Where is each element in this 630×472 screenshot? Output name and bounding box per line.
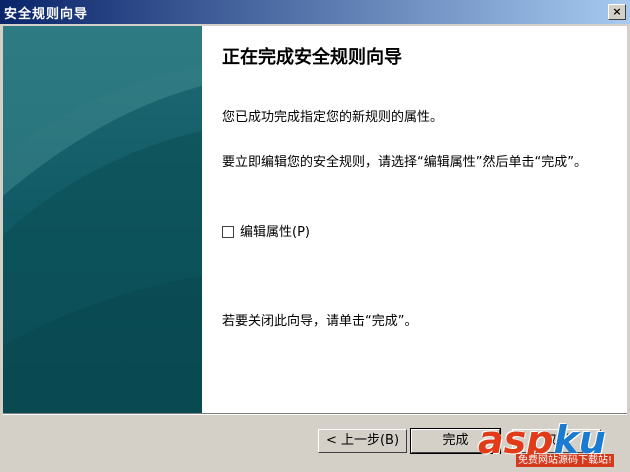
back-button[interactable]: < 上一步(B) [318,429,407,453]
wizard-window: 安全规则向导 × 正在完成安全规则向导 您已成功完成指定您的新规则的属性。 要立… [0,0,630,472]
watermark-tagline: 免费网站源码下载站! [516,454,615,467]
window-title: 安全规则向导 [4,7,89,22]
edit-instruction: 要立即编辑您的安全规则，请选择“编辑属性”然后单击“完成”。 [222,155,587,170]
wizard-body: 正在完成安全规则向导 您已成功完成指定您的新规则的属性。 要立即编辑您的安全规则… [222,26,612,413]
edit-properties-checkbox[interactable] [222,226,234,238]
close-button[interactable]: × [608,4,626,20]
sidebar-banner [3,26,202,413]
close-icon: × [612,5,622,18]
wizard-content: 正在完成安全规则向导 您已成功完成指定您的新规则的属性。 要立即编辑您的安全规则… [3,26,627,413]
watermark-logo: aspku 免费网站源码下载站! [478,420,628,470]
edit-properties-option[interactable]: 编辑属性(P) [222,221,310,240]
close-instruction: 若要关闭此向导，请单击“完成”。 [222,314,418,329]
page-title: 正在完成安全规则向导 [222,47,402,68]
button-divider [3,413,627,415]
success-message: 您已成功完成指定您的新规则的属性。 [222,110,444,125]
title-bar[interactable]: 安全规则向导 × [0,0,630,24]
edit-properties-label[interactable]: 编辑属性(P) [240,225,310,240]
